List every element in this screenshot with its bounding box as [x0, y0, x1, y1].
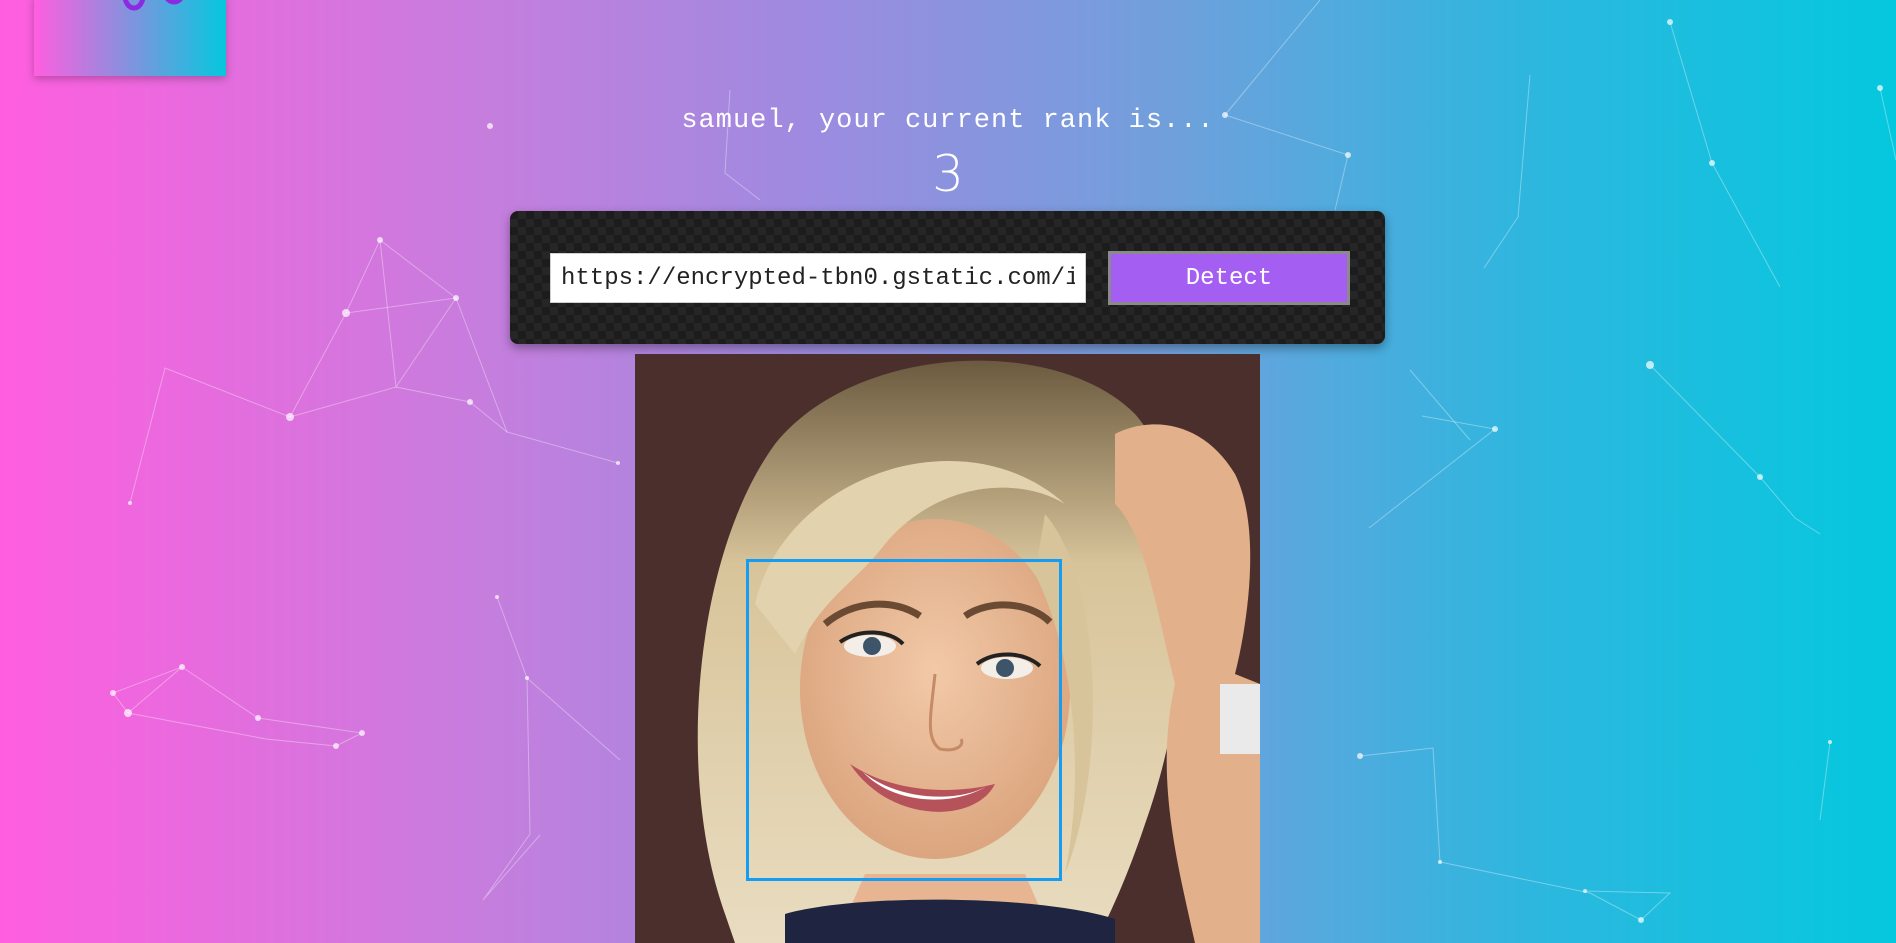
image-url-input[interactable]: [550, 253, 1086, 303]
face-bounding-box: [746, 559, 1062, 881]
rank-greeting: samuel, your current rank is...: [681, 106, 1215, 136]
detect-button[interactable]: Detect: [1108, 251, 1350, 305]
detected-face-image: [635, 354, 1260, 943]
rank-number: 3: [932, 145, 964, 203]
brain-logo-icon: [122, 0, 183, 11]
logo-card[interactable]: [34, 0, 226, 76]
image-url-form: Detect: [510, 211, 1385, 344]
